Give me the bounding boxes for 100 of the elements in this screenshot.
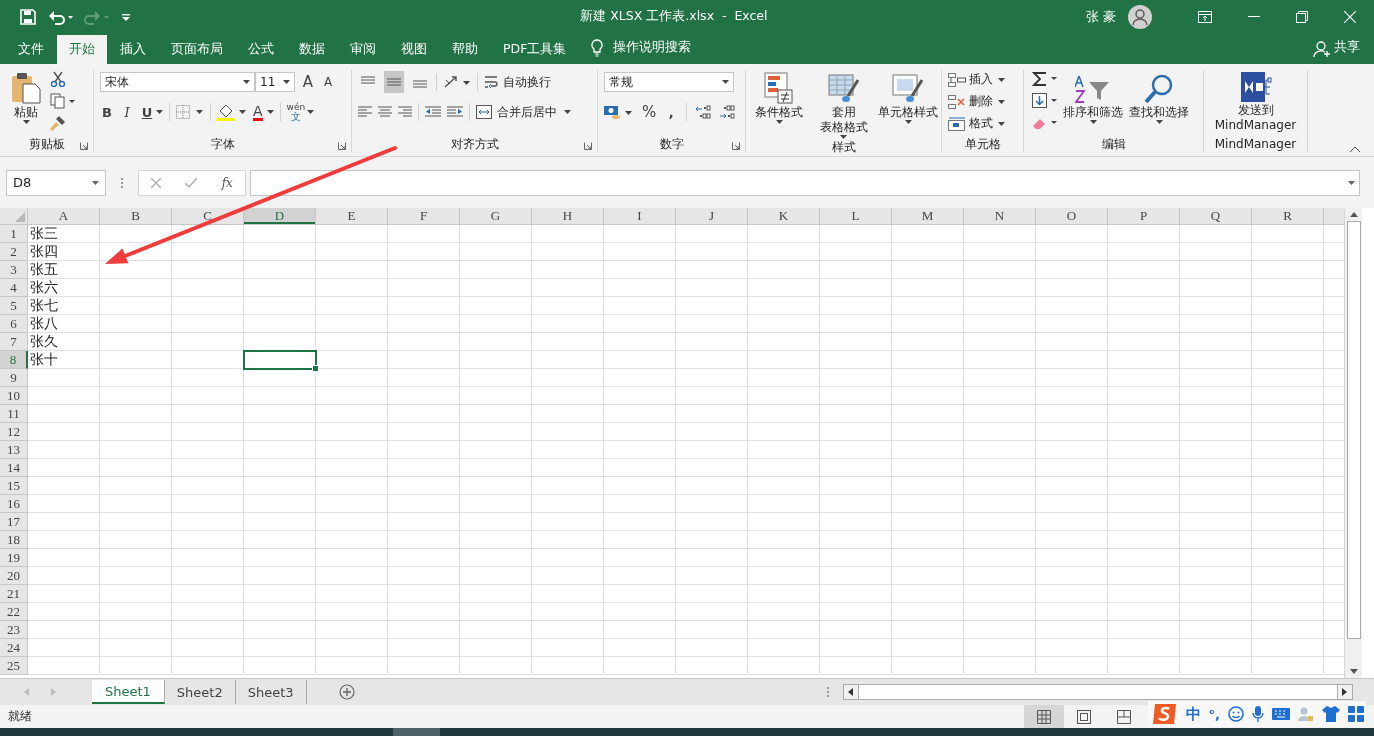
ime-punctuation[interactable]: °, — [1208, 706, 1220, 722]
row-header[interactable]: 14 — [0, 459, 28, 477]
caret-icon[interactable] — [92, 180, 99, 185]
sheet-tab[interactable]: Sheet2 — [164, 680, 236, 704]
scissors-icon[interactable] — [50, 71, 66, 87]
merge-center-button[interactable]: 合并后居中 — [476, 103, 571, 121]
scroll-left-icon[interactable] — [848, 688, 854, 696]
collapse-ribbon-icon[interactable] — [1350, 146, 1360, 152]
ribbon-tab[interactable]: 文件 — [6, 35, 56, 64]
scroll-right-icon[interactable] — [1342, 688, 1348, 696]
dialog-launcher-icon[interactable] — [584, 142, 592, 150]
row-header[interactable]: 6 — [0, 315, 28, 333]
cell[interactable]: 张十 — [28, 351, 100, 369]
save-icon[interactable] — [20, 8, 36, 25]
cell[interactable]: 张七 — [28, 297, 100, 315]
row-header[interactable]: 22 — [0, 603, 28, 621]
caret-icon[interactable] — [722, 80, 729, 84]
sheet-tab[interactable]: Sheet1 — [92, 680, 165, 704]
restore-icon[interactable] — [1296, 10, 1308, 23]
shirt-icon[interactable] — [1322, 706, 1340, 722]
row-header[interactable]: 1 — [0, 225, 28, 243]
shrink-font-button[interactable]: A — [321, 72, 335, 92]
ime-language[interactable]: 中 — [1185, 704, 1201, 724]
ribbon-tab[interactable]: 视图 — [389, 35, 439, 64]
insert-function-button[interactable]: fx — [221, 175, 233, 190]
currency-icon[interactable] — [604, 104, 634, 120]
row-header[interactable]: 21 — [0, 585, 28, 603]
row-header[interactable]: 3 — [0, 261, 28, 279]
normal-view-button[interactable] — [1024, 705, 1064, 728]
close-icon[interactable] — [1344, 10, 1356, 23]
find-select-button[interactable]: 查找和选择 — [1128, 70, 1190, 131]
row-header[interactable]: 11 — [0, 405, 28, 423]
customize-icon[interactable] — [122, 12, 130, 21]
ribbon-tab[interactable]: PDF工具集 — [491, 35, 579, 64]
dialog-launcher-icon[interactable] — [338, 142, 346, 150]
row-header[interactable]: 2 — [0, 243, 28, 261]
dialog-launcher-icon[interactable] — [732, 142, 740, 150]
percent-button[interactable]: % — [642, 102, 657, 122]
ribbon-tab[interactable]: 插入 — [108, 35, 158, 64]
format-as-table-button[interactable]: 套用 表格格式 — [814, 70, 873, 139]
formula-input[interactable] — [250, 169, 1360, 196]
increase-decimal-icon[interactable] — [695, 105, 712, 119]
caret-icon[interactable] — [283, 80, 290, 84]
cell[interactable]: 张久 — [28, 333, 100, 351]
sheet-tab[interactable]: Sheet3 — [235, 680, 307, 704]
sum-icon[interactable] — [1032, 71, 1058, 87]
row-header[interactable]: 10 — [0, 387, 28, 405]
ribbon-tab[interactable]: 数据 — [287, 35, 337, 64]
number-format-dropdown[interactable]: 常规 — [604, 72, 734, 92]
increase-indent-icon[interactable] — [447, 106, 463, 118]
paste-button[interactable]: 粘贴 — [6, 70, 46, 131]
wrap-text-button[interactable]: 自动换行 — [484, 73, 551, 91]
ime-logo-icon[interactable] — [1151, 702, 1178, 726]
grid-icon[interactable] — [1348, 706, 1364, 722]
send-to-mindmanager-button[interactable]: 发送到 MindManager — [1210, 70, 1301, 132]
name-box[interactable]: D8 — [6, 169, 106, 196]
row-header[interactable]: 25 — [0, 657, 28, 675]
row-header[interactable]: 13 — [0, 441, 28, 459]
vertical-scrollbar[interactable] — [1344, 208, 1362, 678]
font-name-dropdown[interactable]: 宋体 — [100, 72, 255, 92]
row-header[interactable]: 12 — [0, 423, 28, 441]
caret-icon[interactable] — [266, 110, 274, 114]
scroll-thumb[interactable] — [1346, 221, 1361, 639]
sort-filter-button[interactable]: 排序和筛选 — [1062, 70, 1124, 131]
decrease-decimal-icon[interactable] — [719, 105, 736, 119]
ribbon-tab[interactable]: 审阅 — [338, 35, 388, 64]
avatar-icon[interactable] — [1128, 4, 1152, 29]
caret-icon[interactable] — [243, 80, 250, 84]
decrease-indent-icon[interactable] — [425, 106, 441, 118]
ribbon-tab[interactable]: 页面布局 — [159, 35, 235, 64]
caret-icon[interactable] — [307, 110, 315, 114]
cell[interactable]: 张四 — [28, 243, 100, 261]
fill-color-icon[interactable] — [217, 103, 247, 121]
phonetic-guide-button[interactable]: wén 文 — [286, 103, 306, 121]
border-icon[interactable] — [176, 105, 204, 119]
cell-styles-button[interactable]: 单元格样式 — [879, 70, 937, 139]
row-header[interactable]: 8 — [0, 351, 28, 369]
bold-button[interactable]: B — [100, 102, 114, 122]
insert-button[interactable]: 插入 — [948, 71, 1005, 88]
ribbon-tab[interactable]: 开始 — [57, 35, 107, 64]
row-header[interactable]: 5 — [0, 297, 28, 315]
tell-me-search[interactable]: 操作说明搜索 — [613, 39, 1313, 56]
row-header[interactable]: 15 — [0, 477, 28, 495]
minimize-icon[interactable] — [1248, 15, 1260, 18]
caret-icon[interactable] — [156, 110, 163, 114]
ribbon-tab[interactable]: 公式 — [236, 35, 286, 64]
font-size-dropdown[interactable]: 11 — [255, 72, 295, 92]
horizontal-scrollbar[interactable] — [842, 684, 1353, 700]
row-header[interactable]: 24 — [0, 639, 28, 657]
cell[interactable]: 张三 — [28, 225, 100, 243]
row-header[interactable]: 16 — [0, 495, 28, 513]
format-button[interactable]: 格式 — [948, 115, 1005, 132]
row-header[interactable]: 18 — [0, 531, 28, 549]
cell[interactable]: 张八 — [28, 315, 100, 333]
orientation-icon[interactable] — [443, 74, 471, 90]
row-header[interactable]: 19 — [0, 549, 28, 567]
font-color-button[interactable]: A — [253, 103, 274, 121]
selected-cell[interactable] — [243, 350, 317, 370]
smiley-icon[interactable] — [1228, 706, 1244, 722]
delete-button[interactable]: 删除 — [948, 93, 1005, 110]
